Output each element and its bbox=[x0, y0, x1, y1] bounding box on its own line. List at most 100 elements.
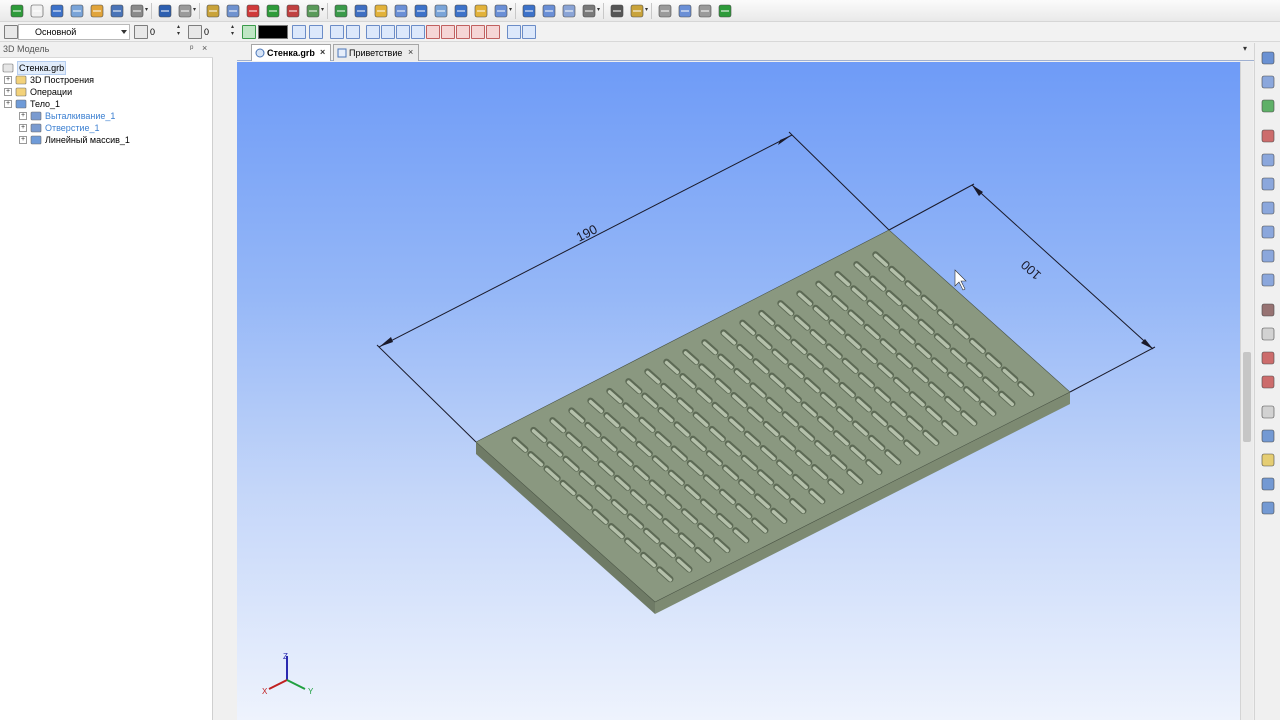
select-options-icon[interactable] bbox=[346, 25, 360, 39]
zoom-out-icon[interactable] bbox=[1259, 247, 1277, 265]
section-icon[interactable] bbox=[1259, 403, 1277, 421]
close-icon[interactable]: × bbox=[202, 43, 207, 53]
array-icon[interactable] bbox=[452, 2, 470, 20]
new-doc-icon[interactable] bbox=[28, 2, 46, 20]
layer-combo[interactable]: Основной bbox=[18, 24, 130, 40]
orbit-icon[interactable] bbox=[1259, 97, 1277, 115]
3d-viewport[interactable]: 190 100 Z X Y bbox=[237, 62, 1240, 720]
expand-icon[interactable]: + bbox=[19, 124, 27, 132]
dropdown-arrow-icon[interactable]: ▾ bbox=[145, 7, 150, 13]
filter-axis-icon[interactable] bbox=[441, 25, 455, 39]
filter-edge-icon[interactable] bbox=[381, 25, 395, 39]
tab-stenka[interactable]: Стенка.grb × bbox=[251, 44, 331, 61]
pin-icon[interactable]: ᵖ bbox=[190, 43, 193, 53]
zoom-fit-icon[interactable] bbox=[1259, 175, 1277, 193]
spinner-arrows-icon[interactable]: ▴ ▾ bbox=[231, 24, 238, 38]
filter-text-icon[interactable] bbox=[507, 25, 521, 39]
print-icon[interactable] bbox=[128, 2, 146, 20]
tools-icon[interactable] bbox=[580, 2, 598, 20]
3d-cube-icon[interactable] bbox=[48, 2, 66, 20]
tab-welcome[interactable]: Приветствие × bbox=[333, 44, 419, 61]
filter-icon[interactable] bbox=[292, 25, 306, 39]
view-icon[interactable] bbox=[304, 2, 322, 20]
close-icon[interactable]: × bbox=[320, 47, 325, 57]
dimension-length-label[interactable]: 190 bbox=[574, 221, 600, 244]
scrollbar-thumb[interactable] bbox=[1243, 352, 1251, 442]
cut-icon[interactable] bbox=[492, 2, 510, 20]
filter-doc-icon[interactable] bbox=[522, 25, 536, 39]
workplane-icon[interactable] bbox=[224, 2, 242, 20]
expand-icon[interactable] bbox=[8, 2, 26, 20]
step-icon[interactable] bbox=[608, 2, 626, 20]
cube-outline-icon[interactable] bbox=[1259, 451, 1277, 469]
filter-dim-icon[interactable] bbox=[486, 25, 500, 39]
sheet-icon[interactable] bbox=[540, 2, 558, 20]
panel-splitter[interactable] bbox=[214, 42, 237, 720]
dropdown-arrow-icon[interactable]: ▾ bbox=[321, 7, 326, 13]
undo-icon[interactable] bbox=[156, 2, 174, 20]
filter-body-icon[interactable] bbox=[411, 25, 425, 39]
open-folder-icon[interactable] bbox=[88, 2, 106, 20]
zoom-scale-icon[interactable] bbox=[1259, 271, 1277, 289]
link-icon[interactable] bbox=[676, 2, 694, 20]
chamfer-icon[interactable] bbox=[432, 2, 450, 20]
copy-view-icon[interactable] bbox=[1259, 325, 1277, 343]
dropdown-arrow-icon[interactable]: ▾ bbox=[509, 7, 514, 13]
extrude-icon[interactable] bbox=[332, 2, 350, 20]
filter-lcs-icon[interactable] bbox=[471, 25, 485, 39]
mirror-icon[interactable] bbox=[520, 2, 538, 20]
report-icon[interactable] bbox=[628, 2, 646, 20]
save-icon[interactable] bbox=[108, 2, 126, 20]
close-icon[interactable]: × bbox=[408, 47, 413, 57]
render-icon[interactable] bbox=[1259, 475, 1277, 493]
lcs-icon[interactable] bbox=[284, 2, 302, 20]
axis-icon[interactable] bbox=[244, 2, 262, 20]
zoom-in-icon[interactable] bbox=[1259, 223, 1277, 241]
shaded-cube-icon[interactable] bbox=[1259, 427, 1277, 445]
check-icon[interactable] bbox=[1259, 349, 1277, 367]
expand-icon[interactable]: + bbox=[19, 136, 27, 144]
style-spinner[interactable]: 0 ▴ ▾ bbox=[188, 24, 238, 40]
dropdown-arrow-icon[interactable]: ▾ bbox=[193, 7, 198, 13]
sketch-icon[interactable] bbox=[264, 2, 282, 20]
rotate-icon[interactable] bbox=[352, 2, 370, 20]
filter-face-icon[interactable] bbox=[396, 25, 410, 39]
zoom-window-icon[interactable] bbox=[1259, 151, 1277, 169]
plate-body[interactable] bbox=[475, 229, 1071, 614]
magnet-icon[interactable] bbox=[1259, 127, 1277, 145]
loft-icon[interactable] bbox=[372, 2, 390, 20]
pan-icon[interactable] bbox=[1259, 301, 1277, 319]
filter-vertex-icon[interactable] bbox=[366, 25, 380, 39]
filter-options-icon[interactable] bbox=[309, 25, 323, 39]
frame-icon[interactable] bbox=[716, 2, 734, 20]
dropdown-arrow-icon[interactable]: ▾ bbox=[597, 7, 602, 13]
level-spinner[interactable]: 0 ▴ ▾ bbox=[134, 24, 184, 40]
vertical-scrollbar[interactable] bbox=[1240, 62, 1253, 720]
dimension-width-label[interactable]: 100 bbox=[1018, 257, 1044, 283]
expand-icon[interactable]: + bbox=[4, 100, 12, 108]
snap-icon[interactable] bbox=[1259, 49, 1277, 67]
boolean-icon[interactable] bbox=[472, 2, 490, 20]
tab-menu-icon[interactable]: ▾ bbox=[1243, 44, 1247, 53]
frame-view-icon[interactable] bbox=[1259, 499, 1277, 517]
expand-icon[interactable]: + bbox=[19, 112, 27, 120]
measure-icon[interactable] bbox=[204, 2, 222, 20]
3d-scene[interactable]: 190 100 Z X Y bbox=[237, 62, 1240, 720]
shell-icon[interactable] bbox=[392, 2, 410, 20]
check-all-icon[interactable] bbox=[1259, 373, 1277, 391]
filter-loop-icon[interactable] bbox=[426, 25, 440, 39]
surface-icon[interactable] bbox=[560, 2, 578, 20]
fit-all-icon[interactable] bbox=[1259, 199, 1277, 217]
library-icon[interactable] bbox=[656, 2, 674, 20]
window-icon[interactable] bbox=[68, 2, 86, 20]
fillet-icon[interactable] bbox=[412, 2, 430, 20]
select-all-icon[interactable] bbox=[330, 25, 344, 39]
expand-icon[interactable]: + bbox=[4, 76, 12, 84]
color-swatch[interactable] bbox=[258, 25, 288, 39]
filter-plane-icon[interactable] bbox=[456, 25, 470, 39]
color-picker-icon[interactable] bbox=[242, 25, 256, 39]
pin-point-icon[interactable] bbox=[1259, 73, 1277, 91]
expand-icon[interactable]: + bbox=[4, 88, 12, 96]
spinner-arrows-icon[interactable]: ▴ ▾ bbox=[177, 24, 184, 38]
tool-icon[interactable] bbox=[696, 2, 714, 20]
